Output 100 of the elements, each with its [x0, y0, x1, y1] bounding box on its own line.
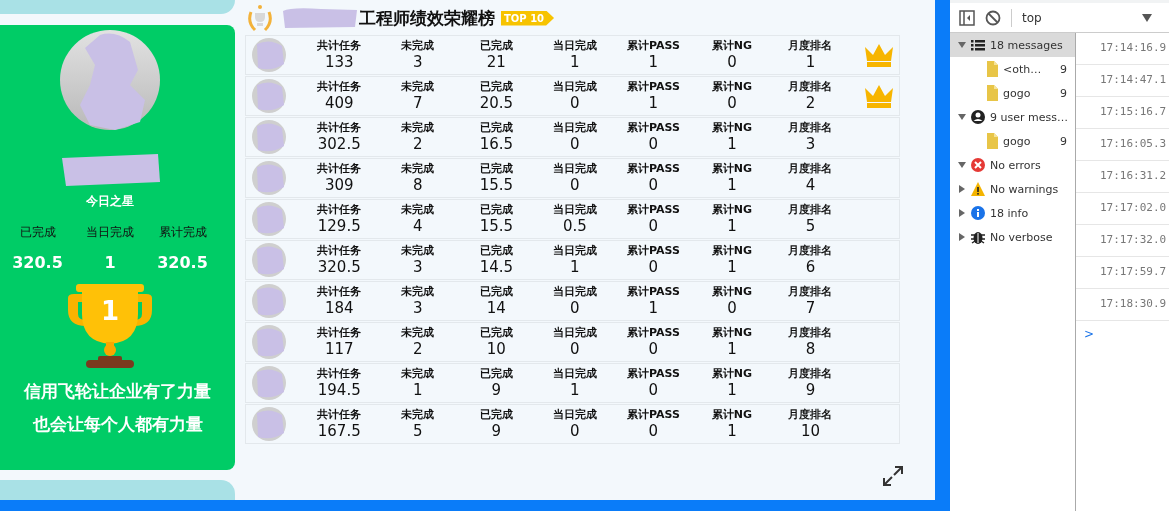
stat-value: 4 [413, 217, 423, 235]
stat-label: 累计NG [711, 203, 753, 217]
collapse-triangle-icon [958, 41, 966, 49]
avatar [252, 161, 286, 195]
sidebar-item[interactable]: No warnings [950, 177, 1075, 201]
stat-value: 129.5 [317, 217, 361, 235]
expand-icon[interactable] [882, 465, 904, 487]
context-select[interactable]: top [1022, 10, 1152, 25]
stat-label: 已完成 [479, 162, 513, 176]
stat-label: 累计NG [711, 408, 753, 422]
bug-icon [970, 229, 986, 245]
stat-value: 0 [570, 94, 580, 112]
warning-icon [970, 181, 986, 197]
stat-value: 0 [648, 340, 659, 358]
stat-value: 6 [805, 258, 816, 276]
sidebar-toggle-icon[interactable] [959, 9, 975, 26]
stat-label: 当日完成 [86, 224, 134, 241]
stat-label: 未完成 [401, 39, 435, 53]
log-timestamp: 17:16:05.3 [1100, 137, 1167, 150]
stat-label: 当日完成 [552, 285, 597, 299]
stat-value: 302.5 [317, 135, 361, 153]
slogan-text: 也会让每个人都有力量 [32, 413, 203, 436]
log-timestamp: 17:17:59.7 [1100, 265, 1167, 278]
expand-triangle-icon [958, 233, 966, 241]
stat-label: 当日完成 [552, 203, 597, 217]
stat-value: 2 [413, 340, 423, 358]
stat-label: 已完成 [479, 285, 513, 299]
stat-value: 3 [805, 135, 816, 153]
stat-label: 累计PASS [626, 203, 680, 217]
log-timestamp: 17:16:31.2 [1100, 169, 1167, 182]
stat-value: 1 [727, 340, 737, 358]
stat-label: 共计任务 [317, 285, 362, 299]
console-prompt[interactable]: > [1076, 321, 1169, 341]
sidebar-item[interactable]: 18 messages [950, 33, 1075, 57]
sidebar-item[interactable]: gogo 9 [950, 81, 1075, 105]
avatar [252, 366, 286, 400]
expand-triangle-icon [958, 185, 966, 193]
stat-label: 累计PASS [626, 121, 680, 135]
stat-label: 共计任务 [317, 408, 362, 422]
stat-label: 月度排名 [788, 80, 833, 94]
stat-value: 0 [648, 381, 659, 399]
stat-label: 月度排名 [788, 39, 833, 53]
stat-value: 0.5 [562, 217, 587, 235]
stat-value: 320.5 [157, 253, 208, 272]
stat-label: 当日完成 [552, 408, 597, 422]
stat-label: 未完成 [401, 285, 435, 299]
slogan-text: 信用飞轮让企业有了力量 [24, 380, 211, 403]
stat-value: 0 [727, 94, 737, 112]
trophy-number: 1 [101, 296, 120, 326]
avatar [252, 79, 286, 113]
stat-value: 1 [727, 135, 737, 153]
stat-value: 5 [805, 217, 816, 235]
stat-label: 已完成 [479, 326, 513, 340]
stat-label: 累计PASS [626, 285, 680, 299]
sidebar-item[interactable]: 18 info [950, 201, 1075, 225]
stat-label: 累计NG [711, 162, 753, 176]
sidebar-item[interactable]: <oth… 9 [950, 57, 1075, 81]
sidebar-item[interactable]: No errors [950, 153, 1075, 177]
stat-value: 14 [486, 299, 506, 317]
stat-value: 7 [413, 94, 423, 112]
stat-label: 共计任务 [317, 203, 362, 217]
dropdown-caret-icon [1142, 13, 1152, 22]
stat-label: 已完成 [479, 408, 513, 422]
avatar [252, 38, 286, 72]
stat-label: 月度排名 [788, 367, 833, 381]
sidebar-item[interactable]: gogo 9 [950, 129, 1075, 153]
laurel-icon [245, 4, 275, 32]
stat-value: 3 [413, 299, 423, 317]
stat-label: 已完成 [19, 224, 56, 241]
stat-value: 0 [570, 299, 580, 317]
log-timestamp: 17:17:32.0 [1100, 233, 1167, 246]
stat-value: 5 [413, 422, 423, 440]
avatar [252, 243, 286, 277]
sidebar-item[interactable]: No verbose [950, 225, 1075, 249]
stat-label: 月度排名 [788, 285, 833, 299]
log-timestamp: 17:17:02.0 [1100, 201, 1167, 214]
stat-value: 1 [570, 381, 580, 399]
stat-value: 1 [727, 217, 737, 235]
stat-value: 9 [491, 381, 502, 399]
avatar [252, 407, 286, 441]
stat-value: 1 [727, 381, 737, 399]
stat-label: 累计NG [711, 326, 753, 340]
file-icon [986, 61, 999, 77]
stat-value: 117 [324, 340, 354, 358]
message-count: 9 [1060, 134, 1067, 148]
clear-icon[interactable] [985, 9, 1001, 26]
avatar [252, 284, 286, 318]
stat-label: 已完成 [479, 244, 513, 258]
message-count: 9 [1060, 86, 1067, 100]
sidebar-item[interactable]: 9 user mess… [950, 105, 1075, 129]
stat-value: 1 [648, 299, 659, 317]
stat-value: 4 [805, 176, 816, 194]
stat-label: 当日完成 [552, 244, 597, 258]
stat-label: 共计任务 [317, 244, 362, 258]
stat-label: 已完成 [479, 121, 513, 135]
message-count: 9 [1060, 62, 1067, 76]
stat-value: 21 [486, 53, 506, 71]
stat-value: 1 [648, 53, 659, 71]
stat-value: 0 [648, 217, 659, 235]
stat-value: 2 [805, 94, 816, 112]
